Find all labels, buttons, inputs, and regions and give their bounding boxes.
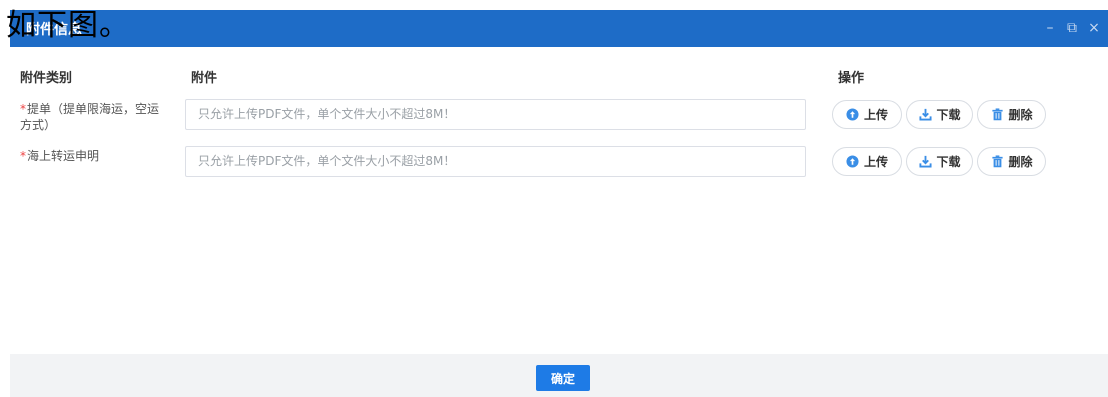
required-mark: * bbox=[20, 149, 26, 163]
header-category: 附件类别 bbox=[20, 71, 73, 86]
trash-icon bbox=[990, 108, 1004, 122]
row-label-text: 提单（提单限海运，空运方式） bbox=[20, 102, 160, 132]
overlay-caption: 如下图。 bbox=[6, 8, 130, 43]
delete-button[interactable]: 删除 bbox=[977, 147, 1046, 176]
upload-label: 上传 bbox=[863, 108, 888, 122]
delete-label: 删除 bbox=[1008, 155, 1033, 169]
header-attachment: 附件 bbox=[191, 71, 218, 86]
maximize-icon[interactable]: ⧉ bbox=[1066, 20, 1078, 36]
row-label-bill-of-lading: *提单（提单限海运，空运方式） bbox=[20, 101, 170, 133]
delete-label: 删除 bbox=[1008, 108, 1033, 122]
window-controls: – ⧉ × bbox=[1044, 20, 1100, 36]
file-input-bill-of-lading[interactable]: 只允许上传PDF文件，单个文件大小不超过8M！ bbox=[185, 99, 806, 130]
header-actions: 操作 bbox=[838, 71, 865, 86]
download-label: 下载 bbox=[936, 108, 961, 122]
confirm-button[interactable]: 确定 bbox=[536, 365, 590, 391]
download-label: 下载 bbox=[936, 155, 961, 169]
close-icon[interactable]: × bbox=[1088, 20, 1100, 36]
upload-label: 上传 bbox=[863, 155, 888, 169]
delete-button[interactable]: 删除 bbox=[977, 100, 1046, 129]
trash-icon bbox=[990, 155, 1004, 169]
row-label-sea-transshipment: *海上转运申明 bbox=[20, 148, 170, 164]
required-mark: * bbox=[20, 102, 26, 116]
attachment-dialog: 附件信息 如下图。 – ⧉ × 附件类别 附件 操作 *提单（提单限海运，空运方… bbox=[6, 8, 1108, 397]
upload-icon bbox=[846, 155, 860, 169]
download-icon bbox=[918, 108, 932, 122]
file-input-sea-transshipment[interactable]: 只允许上传PDF文件，单个文件大小不超过8M！ bbox=[185, 146, 806, 177]
download-button[interactable]: 下载 bbox=[906, 100, 973, 129]
upload-icon bbox=[846, 108, 860, 122]
dialog-titlebar: 附件信息 如下图。 – ⧉ × bbox=[6, 8, 1108, 47]
download-button[interactable]: 下载 bbox=[906, 147, 973, 176]
minimize-icon[interactable]: – bbox=[1044, 20, 1056, 36]
upload-button[interactable]: 上传 bbox=[832, 147, 902, 176]
upload-button[interactable]: 上传 bbox=[832, 100, 902, 129]
row-label-text: 海上转运申明 bbox=[27, 149, 100, 163]
download-icon bbox=[918, 155, 932, 169]
